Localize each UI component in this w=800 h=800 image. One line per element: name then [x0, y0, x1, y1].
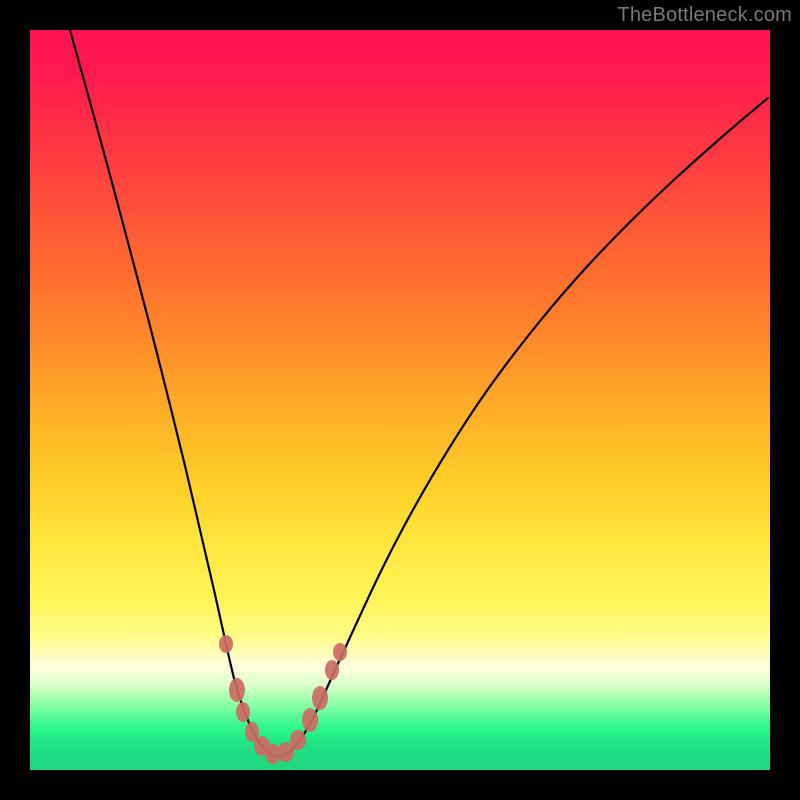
data-markers	[219, 635, 347, 764]
watermark-text: TheBottleneck.com	[617, 4, 792, 27]
marker-right-upper	[325, 660, 339, 680]
marker-right-cluster-2	[312, 686, 328, 710]
marker-right-cluster-1	[302, 708, 318, 732]
marker-bottom-1	[236, 702, 250, 722]
bottleneck-curve	[70, 30, 768, 757]
marker-right-top	[333, 643, 347, 661]
plot-area	[30, 30, 770, 770]
curve-layer	[30, 30, 770, 770]
marker-left-cluster-1	[219, 635, 233, 653]
marker-left-cluster-2	[229, 678, 245, 702]
marker-bottom-6	[290, 730, 306, 750]
chart-frame: TheBottleneck.com	[0, 0, 800, 800]
